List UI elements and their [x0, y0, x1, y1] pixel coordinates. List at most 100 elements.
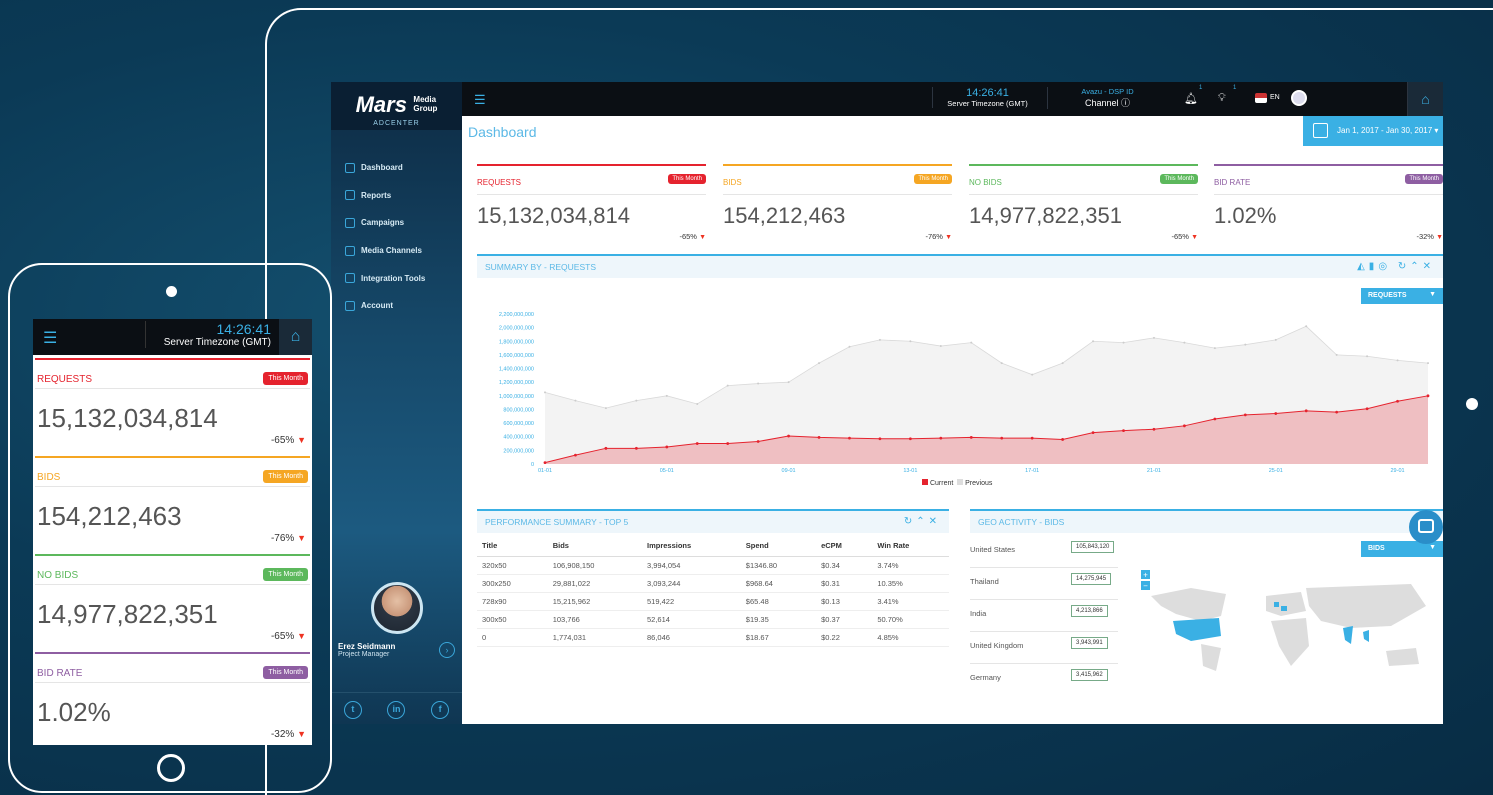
map-australia [1386, 648, 1419, 666]
caret-down-icon: ▼ [1436, 234, 1443, 241]
data-point-previous [1366, 355, 1369, 358]
data-point-current [726, 442, 730, 445]
card-value: 1.02% [1214, 203, 1277, 228]
facebook-icon[interactable]: f [431, 701, 450, 719]
map-africa [1271, 618, 1309, 666]
data-point-current [634, 446, 638, 450]
card-value: 15,132,034,814 [37, 403, 218, 433]
card-value: 14,977,822,351 [37, 599, 218, 629]
lightbulb-badge: 1 [1233, 85, 1237, 91]
data-point-current [1365, 407, 1369, 411]
table-row: 300x50 103,766 52,614 $19.35 $0.37 50.70% [477, 610, 949, 629]
stat-card-bids: BIDS This Month 154,212,463 -76% ▼ [33, 453, 312, 551]
data-point-previous [1305, 325, 1308, 328]
phone-home-button[interactable] [157, 754, 185, 782]
user-avatar-icon[interactable] [1291, 90, 1307, 106]
bar-chart-icon[interactable]: ▮ [1369, 261, 1379, 272]
phone-screen: ☰ 14:26:41 Server Timezone (GMT) ⌂ REQUE… [33, 319, 312, 745]
card-badge: This Month [668, 174, 706, 184]
channel-selector[interactable]: Avazu - DSP ID Channel ⓘ [1047, 87, 1167, 109]
data-point-previous [604, 407, 607, 410]
y-tick-label: 1,200,000,000 [499, 380, 534, 386]
divider [477, 194, 706, 195]
card-value: 1.02% [37, 697, 111, 727]
user-icon [345, 300, 355, 311]
sidebar-item-reports[interactable]: Reports [331, 182, 462, 210]
hamburger-menu-icon[interactable]: ☰ [474, 92, 486, 108]
column-header[interactable]: Spend [740, 536, 817, 557]
chat-button[interactable] [1409, 510, 1443, 544]
geo-metric-dropdown[interactable]: BIDS ▼ [1361, 541, 1443, 557]
sidebar-item-integration-tools[interactable]: Integration Tools [331, 264, 462, 292]
map-india [1343, 626, 1353, 644]
hamburger-menu-icon[interactable]: ☰ [43, 328, 57, 348]
panel-title: GEO ACTIVITY - BIDS [978, 517, 1065, 527]
column-header[interactable]: Bids [547, 536, 642, 557]
close-icon[interactable]: ✕ [929, 516, 941, 527]
legend-swatch-current [922, 479, 928, 485]
map-europe [1266, 592, 1306, 616]
us-flag-icon[interactable] [1255, 93, 1267, 103]
sidebar-item-dashboard[interactable]: Dashboard [331, 154, 462, 182]
y-tick-label: 1,000,000,000 [499, 394, 534, 400]
column-header[interactable]: Title [477, 536, 548, 557]
close-icon[interactable]: ✕ [1423, 261, 1435, 272]
x-tick-label: 21-01 [1147, 468, 1161, 474]
donut-chart-icon[interactable]: ◎ [1378, 261, 1391, 272]
logo[interactable]: Mars Media Group ADCENTER [331, 82, 462, 130]
table-row: 300x250 29,881,022 3,093,244 $968.64 $0.31 10… [477, 574, 949, 593]
column-header[interactable]: eCPM [816, 536, 873, 557]
sidebar-item-label: Reports [361, 190, 392, 200]
table-row: 320x50 106,908,150 3,994,054 $1346.80 $0.34 3… [477, 556, 949, 575]
data-point-current [543, 461, 547, 465]
card-badge: This Month [1160, 174, 1198, 184]
data-point-current [1030, 436, 1034, 440]
bell-icon[interactable]: 🔔︎ [1184, 92, 1198, 105]
card-change: -32% ▼ [1416, 232, 1443, 241]
twitter-icon[interactable]: t [343, 701, 362, 719]
x-tick-label: 29-01 [1391, 468, 1405, 474]
home-icon[interactable]: ⌂ [1407, 82, 1443, 116]
collapse-icon[interactable]: ⌃ [1410, 261, 1422, 272]
sidebar-item-campaigns[interactable]: Campaigns [331, 209, 462, 237]
card-badge: This Month [914, 174, 952, 184]
summary-metric-dropdown[interactable]: REQUESTS ▼ [1361, 288, 1443, 304]
column-header[interactable]: Win Rate [872, 536, 949, 557]
column-header[interactable]: Impressions [642, 536, 741, 557]
chevron-down-icon: ▼ [1429, 291, 1436, 298]
sidebar-item-account[interactable]: Account [331, 292, 462, 320]
data-point-previous [665, 394, 668, 397]
data-point-previous [1092, 340, 1095, 343]
linkedin-icon[interactable]: in [387, 701, 406, 719]
date-range-picker[interactable]: Jan 1, 2017 - Jan 30, 2017 ▾ [1303, 116, 1443, 146]
data-point-previous [544, 391, 546, 394]
refresh-icon[interactable]: ↻ [1398, 261, 1410, 272]
sidebar-item-label: Campaigns [361, 218, 405, 228]
data-point-current [1000, 436, 1004, 440]
geo-row: Thailand 14,275,945 [970, 568, 1118, 600]
stat-card-bids: BIDS This Month 154,212,463 -76% ▼ [723, 164, 952, 252]
lightbulb-icon[interactable]: 💡︎ [1218, 92, 1226, 105]
world-map[interactable]: + − [1131, 566, 1443, 676]
divider [723, 194, 952, 195]
data-point-previous [1183, 341, 1186, 344]
chevron-right-icon[interactable]: › [439, 642, 455, 658]
data-point-current [939, 436, 943, 440]
area-chart-icon[interactable]: ◭ [1357, 261, 1369, 272]
collapse-icon[interactable]: ⌃ [916, 516, 928, 527]
language-selector[interactable]: EN [1270, 94, 1280, 101]
logo-tagline: ADCENTER [373, 120, 420, 127]
avatar [371, 582, 423, 634]
sidebar-item-media-channels[interactable]: Media Channels [331, 237, 462, 265]
divider [1214, 194, 1443, 195]
refresh-icon[interactable]: ↻ [904, 516, 916, 527]
divider [35, 584, 310, 585]
home-icon[interactable]: ⌂ [279, 319, 312, 355]
card-change: -76% ▼ [270, 533, 306, 544]
map-united-states [1173, 618, 1221, 641]
map-asia [1306, 584, 1426, 628]
clock-time: 14:26:41 [966, 87, 1009, 99]
y-tick-label: 600,000,000 [503, 421, 534, 427]
data-point-previous [787, 381, 790, 384]
summary-panel-header: SUMMARY BY - REQUESTS ◭▮◎ ↻⌃✕ [477, 254, 1443, 278]
